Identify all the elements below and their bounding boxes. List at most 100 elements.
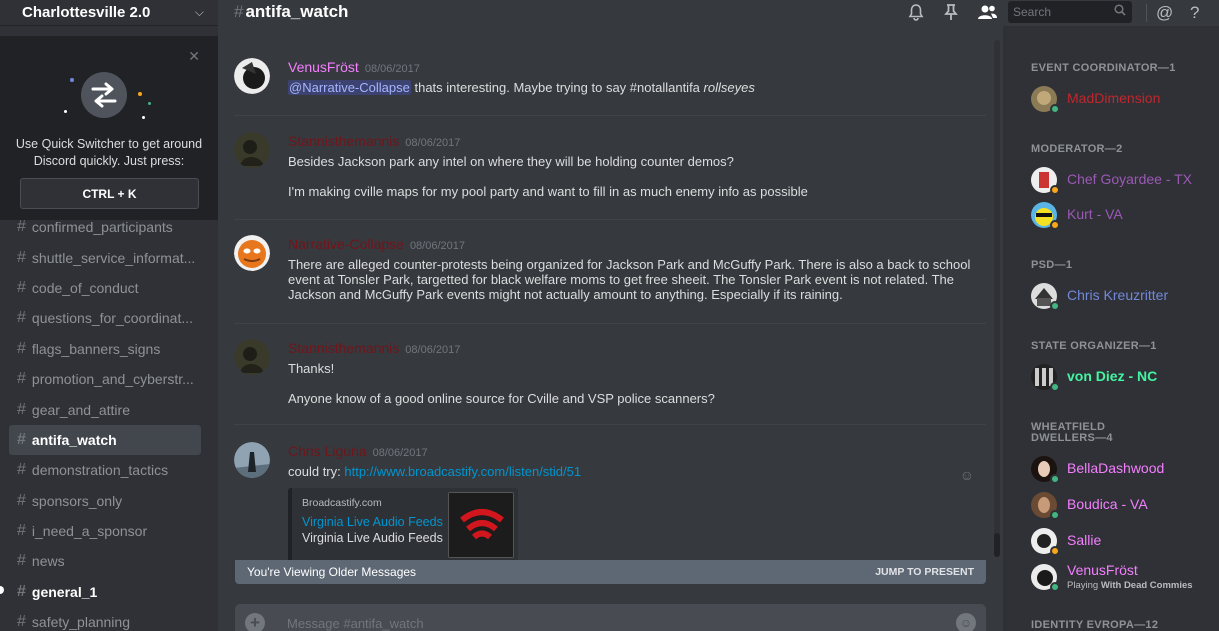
author-name[interactable]: Narrative-Collapse [288,236,404,252]
hash-icon: # [17,613,26,631]
avatar[interactable] [234,339,270,375]
message-divider [234,323,986,324]
member-name: Sallie [1067,532,1102,548]
embed-title[interactable]: Virginia Live Audio Feeds [302,515,443,529]
sparkle-icon [70,78,74,82]
channel-code-of-conduct[interactable]: # code_of_conduct [9,273,201,303]
message-divider [234,219,986,220]
member-item[interactable]: BellaDashwood [1031,452,1215,484]
members-icon[interactable] [976,4,998,25]
member-item[interactable]: Chef Goyardee - TX [1031,163,1215,195]
search-input[interactable]: Search [1008,1,1132,23]
message-input-placeholder[interactable]: Message #antifa_watch [287,616,424,631]
message-author[interactable]: Stannisthemannis 08/06/2017 [288,340,460,356]
member-item[interactable]: Sallie [1031,524,1215,556]
member-name: VenusFröst [1067,562,1138,578]
message-content: There are alleged counter-protests being… [288,257,978,317]
search-placeholder: Search [1013,5,1052,19]
mention-icon[interactable]: @ [1156,3,1173,23]
embed-thumbnail[interactable] [448,492,514,558]
channel-label: news [31,553,65,570]
channel-antifa-watch[interactable]: # antifa_watch [9,424,201,456]
upload-plus-icon[interactable]: + [245,613,265,631]
member-item[interactable]: Chris Kreuzritter [1031,279,1215,311]
message-text: Anyone know of a good online source for … [288,391,715,406]
hash-icon: # [17,522,26,540]
avatar[interactable] [234,235,270,271]
avatar[interactable] [234,442,270,478]
channel-header: # antifa_watch Search @ ? [218,0,1219,26]
close-icon[interactable]: ✕ [188,48,200,65]
member-item[interactable]: VenusFröst Playing With Dead Commies [1031,560,1215,592]
message-content: could try: http://www.broadcastify.com/l… [288,464,978,479]
hash-icon: # [17,218,26,236]
bell-icon[interactable] [908,4,924,26]
author-name[interactable]: Stannisthemannis [288,133,399,149]
add-reaction-icon[interactable]: ☺ [960,467,974,483]
channel-label: antifa_watch [31,431,117,448]
channel-safety-planning[interactable]: # safety_planning [9,607,201,631]
embed-description: Virginia Live Audio Feeds [302,531,443,545]
channel-flags-banners-signs[interactable]: # flags_banners_signs [9,334,201,364]
message-list: VenusFröst 08/06/2017 @Narrative-Collapse… [218,40,1002,560]
member-name: Kurt - VA [1067,206,1123,222]
help-icon[interactable]: ? [1190,3,1199,23]
chevron-down-icon[interactable]: ⌵ [195,5,204,20]
status-online-indicator [1050,582,1060,592]
scrollbar-thumb[interactable] [994,533,1000,557]
status-idle-indicator [1050,220,1060,230]
search-icon[interactable] [1114,4,1126,19]
channel-label: confirmed_participants [31,219,173,236]
channel-label: safety_planning [31,614,130,631]
switch-arrows-icon [81,72,127,118]
channel-news[interactable]: # news [9,546,201,576]
message-author[interactable]: Stannisthemannis 08/06/2017 [288,133,460,149]
message-author[interactable]: Narrative-Collapse 08/06/2017 [288,236,465,252]
author-name[interactable]: VenusFröst [288,59,359,75]
channel-label: demonstration_tactics [31,462,169,479]
channel-demonstration-tactics[interactable]: # demonstration_tactics [9,455,201,485]
quick-switcher-text-line: Use Quick Switcher to get around [15,137,203,151]
older-messages-bar: You're Viewing Older Messages JUMP TO PR… [235,560,986,584]
quick-switcher-shortcut[interactable]: CTRL + K [20,178,199,209]
message-author[interactable]: Chris Liguria 08/06/2017 [288,443,428,459]
member-item[interactable]: MadDimension [1031,82,1215,114]
channel-gear-and-attire[interactable]: # gear_and_attire [9,394,201,424]
pin-icon[interactable] [944,4,958,26]
channel-questions[interactable]: # questions_for_coordinat... [9,303,201,333]
message-link[interactable]: http://www.broadcastify.com/listen/stid/… [344,464,581,479]
author-name[interactable]: Stannisthemannis [288,340,399,356]
message-italic-text: rollseyes [703,80,755,95]
channel-label: promotion_and_cyberstr... [31,371,194,388]
channel-i-need-a-sponsor[interactable]: # i_need_a_sponsor [9,516,201,546]
channel-general-1[interactable]: # general_1 [9,577,201,607]
message-divider [234,424,986,425]
member-item[interactable]: von Diez - NC [1031,360,1215,392]
user-mention[interactable]: @Narrative-Collapse [288,80,411,95]
message-author[interactable]: VenusFröst 08/06/2017 [288,59,420,75]
timestamp: 08/06/2017 [405,344,461,356]
message-scrollbar[interactable] [994,40,1000,556]
status-online-indicator [1050,382,1060,392]
message-content: Thanks! Anyone know of a good online sou… [288,361,978,421]
member-item[interactable]: Kurt - VA [1031,198,1215,230]
avatar[interactable] [234,58,270,94]
member-item[interactable]: Boudica - VA [1031,488,1215,520]
avatar[interactable] [234,132,270,168]
jump-to-present-button[interactable]: JUMP TO PRESENT [875,566,974,578]
channel-sidebar: Charlottesville 2.0 ⌵ ✕ Use Quick Switch… [0,0,218,631]
status-idle-indicator [1050,546,1060,556]
channel-promotion[interactable]: # promotion_and_cyberstr... [9,364,201,394]
role-header: EVENT COORDINATOR—1 [1031,62,1176,74]
hash-icon: # [234,2,244,21]
message-composer[interactable]: + Message #antifa_watch ☺ [235,604,986,631]
author-name[interactable]: Chris Liguria [288,443,367,459]
sparkle-icon [148,102,151,105]
channel-sponsors-only[interactable]: # sponsors_only [9,486,201,516]
emoji-picker-icon[interactable]: ☺ [956,613,976,631]
channel-shuttle-service[interactable]: # shuttle_service_informat... [9,242,201,272]
status-online-indicator [1050,474,1060,484]
embed-provider[interactable]: Broadcastify.com [302,497,382,509]
server-header[interactable]: Charlottesville 2.0 ⌵ [0,0,218,26]
channel-title: # antifa_watch [234,2,348,22]
